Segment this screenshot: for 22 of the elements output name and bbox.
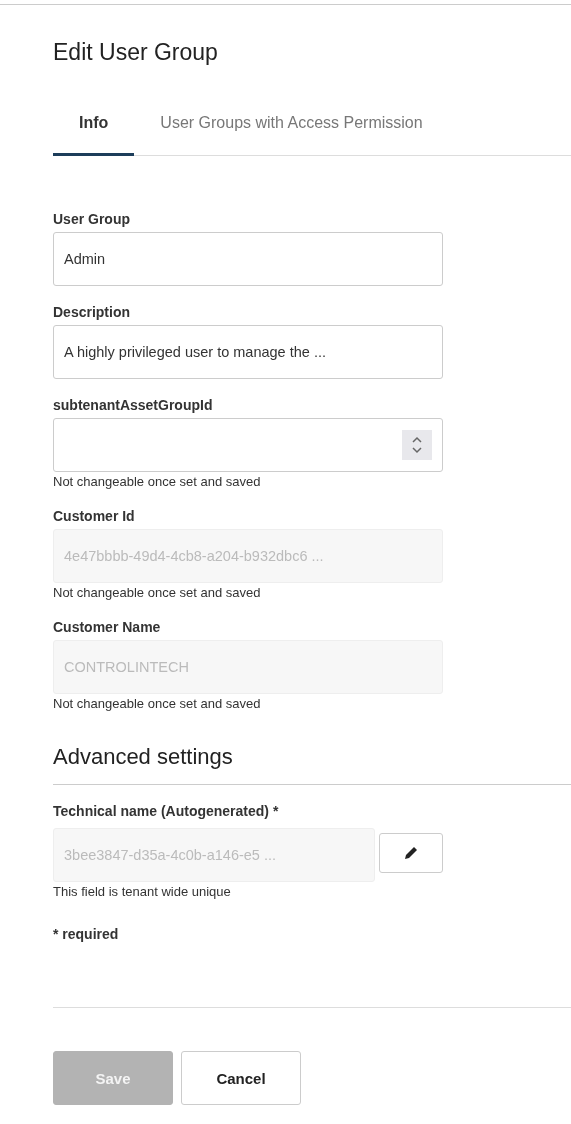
helper-text: Not changeable once set and saved bbox=[53, 585, 262, 601]
helper-text: Not changeable once set and saved bbox=[53, 474, 262, 490]
helper-text: Not changeable once set and saved bbox=[53, 696, 262, 712]
section-title: Advanced settings bbox=[53, 743, 234, 771]
pencil-icon bbox=[403, 845, 419, 861]
field-label: subtenantAssetGroupId bbox=[53, 396, 214, 414]
tab[interactable]: User Groups with Access Permission bbox=[134, 114, 449, 156]
input-field[interactable]: A highly privileged user to manage the ... bbox=[53, 325, 443, 379]
field-label: Technical name (Autogenerated) * bbox=[53, 802, 280, 820]
helper-text: This field is tenant wide unique bbox=[53, 884, 232, 900]
field-label: Customer Id bbox=[53, 507, 136, 525]
field-label: Customer Name bbox=[53, 618, 162, 636]
input-field[interactable]: Admin bbox=[53, 232, 443, 286]
tab[interactable]: Info bbox=[53, 114, 135, 156]
required-note: * required bbox=[53, 926, 120, 942]
field-label: Description bbox=[53, 303, 131, 321]
page-title: Edit User Group bbox=[53, 38, 219, 67]
field-label: User Group bbox=[53, 210, 131, 228]
edit-button[interactable] bbox=[379, 833, 443, 873]
number-field[interactable] bbox=[53, 418, 443, 472]
spinner-icon[interactable] bbox=[402, 430, 432, 460]
cancel-button[interactable]: Cancel bbox=[181, 1051, 301, 1105]
